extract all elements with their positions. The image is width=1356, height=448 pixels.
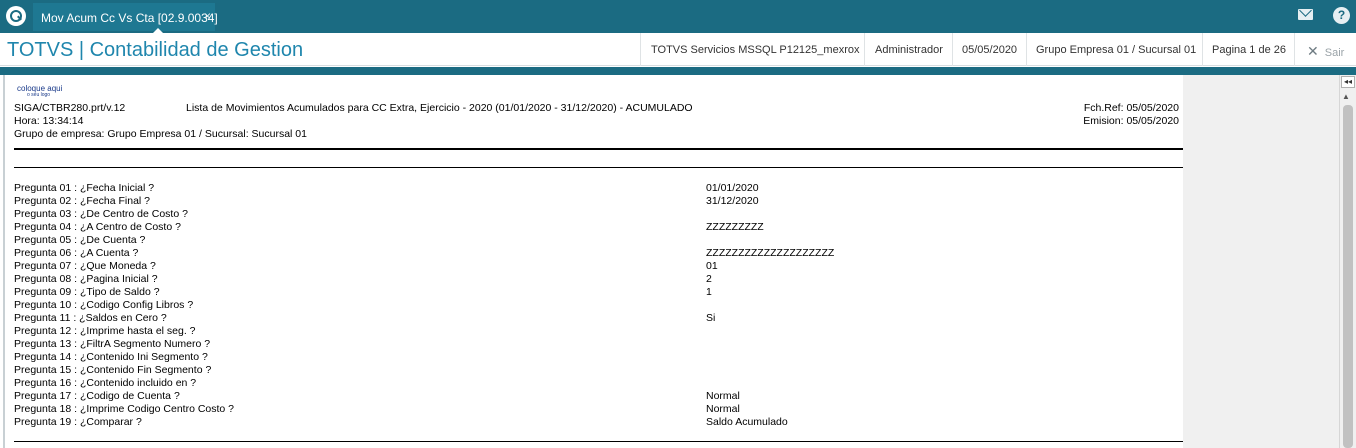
tab-title: Mov Acum Cc Vs Cta [02.9.0034] [41, 11, 218, 25]
tab-mov-acum[interactable]: Mov Acum Cc Vs Cta [02.9.0034] × [33, 3, 218, 35]
report-title: Lista de Movimientos Acumulados para CC … [186, 102, 693, 114]
parameter-label: Pregunta 12 : ¿Imprime hasta el seg. ? [14, 325, 196, 337]
parameter-value: 01 [706, 260, 718, 272]
divider [14, 148, 1183, 150]
divider [14, 167, 1183, 168]
parameter-row: Pregunta 04 : ¿A Centro de Costo ? ZZZZZZ… [14, 221, 1174, 234]
collapse-panel-icon[interactable]: ◂◂ [1341, 76, 1355, 88]
user-info: Administrador [864, 33, 952, 66]
close-icon: ✕ [1307, 43, 1319, 59]
report-background [1183, 75, 1339, 448]
report-frame-border [0, 67, 1356, 75]
parameter-label: Pregunta 04 : ¿A Centro de Costo ? [14, 221, 181, 233]
parameter-label: Pregunta 08 : ¿Pagina Inicial ? [14, 273, 158, 285]
company-info: Grupo Empresa 01 / Sucursal 01 [1026, 33, 1202, 66]
parameter-label: Pregunta 11 : ¿Saldos en Cero ? [14, 312, 167, 324]
parameter-label: Pregunta 14 : ¿Contenido Ini Segmento ? [14, 351, 208, 363]
parameter-label: Pregunta 10 : ¿Codigo Config Libros ? [14, 299, 194, 311]
parameter-label: Pregunta 03 : ¿De Centro de Costo ? [14, 208, 188, 220]
parameter-value: Normal [706, 403, 740, 415]
mail-icon[interactable] [1298, 9, 1313, 20]
parameter-label: Pregunta 06 : ¿A Cuenta ? [14, 247, 139, 259]
parameter-row: Pregunta 13 : ¿FiltrA Segmento Numero ? [14, 338, 1174, 351]
parameter-label: Pregunta 02 : ¿Fecha Final ? [14, 195, 150, 207]
company-line: Grupo de empresa: Grupo Empresa 01 / Suc… [14, 128, 307, 140]
parameter-row: Pregunta 11 : ¿Saldos en Cero ? Si [14, 312, 1174, 325]
parameter-row: Pregunta 07 : ¿Que Moneda ? 01 [14, 260, 1174, 273]
parameter-row: Pregunta 18 : ¿Imprime Codigo Centro Cos… [14, 403, 1174, 416]
parameter-row: Pregunta 10 : ¿Codigo Config Libros ? [14, 299, 1174, 312]
parameter-row: Pregunta 01 : ¿Fecha Inicial ? 01/01/2020 [14, 182, 1174, 195]
parameter-value: Normal [706, 390, 740, 402]
parameter-value: 2 [706, 273, 712, 285]
parameter-value: 31/12/2020 [706, 195, 759, 207]
exit-button[interactable]: ✕ Sair [1294, 33, 1344, 66]
exit-label: Sair [1324, 47, 1345, 59]
scroll-up-icon[interactable]: ▲ [1342, 92, 1350, 101]
program-id: SIGA/CTBR280.prt/v.12 [14, 102, 126, 114]
report-time: Hora: 13:34:14 [14, 115, 84, 127]
parameter-row: Pregunta 19 : ¿Comparar ? Saldo Acumulado [14, 416, 1174, 429]
parameter-row: Pregunta 16 : ¿Contenido incluido en ? [14, 377, 1174, 390]
totvs-logo-icon[interactable] [6, 6, 26, 26]
parameter-row: Pregunta 15 : ¿Contenido Fin Segmento ? [14, 364, 1174, 377]
parameter-row: Pregunta 08 : ¿Pagina Inicial ? 2 [14, 273, 1174, 286]
parameter-label: Pregunta 01 : ¿Fecha Inicial ? [14, 182, 155, 194]
close-icon[interactable]: × [204, 9, 211, 23]
parameter-label: Pregunta 16 : ¿Contenido incluido en ? [14, 377, 197, 389]
top-bar: Mov Acum Cc Vs Cta [02.9.0034] × ? [0, 0, 1356, 35]
parameter-value: Si [706, 312, 716, 324]
divider [14, 441, 1183, 442]
parameter-label: Pregunta 15 : ¿Contenido Fin Segmento ? [14, 364, 212, 376]
parameter-row: Pregunta 09 : ¿Tipo de Saldo ? 1 [14, 286, 1174, 299]
parameter-value: 1 [706, 286, 712, 298]
parameter-label: Pregunta 09 : ¿Tipo de Saldo ? [14, 286, 160, 298]
app-title: TOTVS | Contabilidad de Gestion [7, 39, 304, 61]
date-info: 05/05/2020 [952, 33, 1026, 66]
parameter-label: Pregunta 19 : ¿Comparar ? [14, 416, 142, 428]
app-header: TOTVS | Contabilidad de Gestion TOTVS Se… [0, 33, 1356, 66]
parameter-label: Pregunta 07 : ¿Que Moneda ? [14, 260, 156, 272]
page-info: Pagina 1 de 26 [1202, 33, 1294, 66]
parameter-value: Saldo Acumulado [706, 416, 788, 428]
parameter-row: Pregunta 03 : ¿De Centro de Costo ? [14, 208, 1174, 221]
parameter-label: Pregunta 05 : ¿De Cuenta ? [14, 234, 146, 246]
parameter-row: Pregunta 14 : ¿Contenido Ini Segmento ? [14, 351, 1174, 364]
parameter-label: Pregunta 17 : ¿Codigo de Cuenta ? [14, 390, 180, 402]
server-info: TOTVS Servicios MSSQL P12125_mexrox [640, 33, 864, 66]
parameter-row: Pregunta 12 : ¿Imprime hasta el seg. ? [14, 325, 1174, 338]
parameter-label: Pregunta 13 : ¿FiltrA Segmento Numero ? [14, 338, 211, 350]
parameter-row: Pregunta 05 : ¿De Cuenta ? [14, 234, 1174, 247]
parameter-value: 01/01/2020 [706, 182, 759, 194]
scroll-thumb[interactable] [1343, 105, 1353, 448]
parameter-row: Pregunta 06 : ¿A Cuenta ? ZZZZZZZZZZZZZZZ… [14, 247, 1174, 260]
help-icon[interactable]: ? [1333, 7, 1350, 24]
parameter-label: Pregunta 18 : ¿Imprime Codigo Centro Cos… [14, 403, 235, 415]
reference-date: Fch.Ref: 05/05/2020 [1083, 102, 1179, 114]
parameter-row: Pregunta 17 : ¿Codigo de Cuenta ? Normal [14, 390, 1174, 403]
parameter-value: ZZZZZZZZZZZZZZZZZZZZ [706, 247, 835, 259]
report-logo: coloque aqui o seu logo [17, 85, 62, 99]
parameter-row: Pregunta 02 : ¿Fecha Final ? 31/12/2020 [14, 195, 1174, 208]
emission-date: Emision: 05/05/2020 [1083, 115, 1179, 127]
parameter-value: ZZZZZZZZZ [706, 221, 764, 233]
